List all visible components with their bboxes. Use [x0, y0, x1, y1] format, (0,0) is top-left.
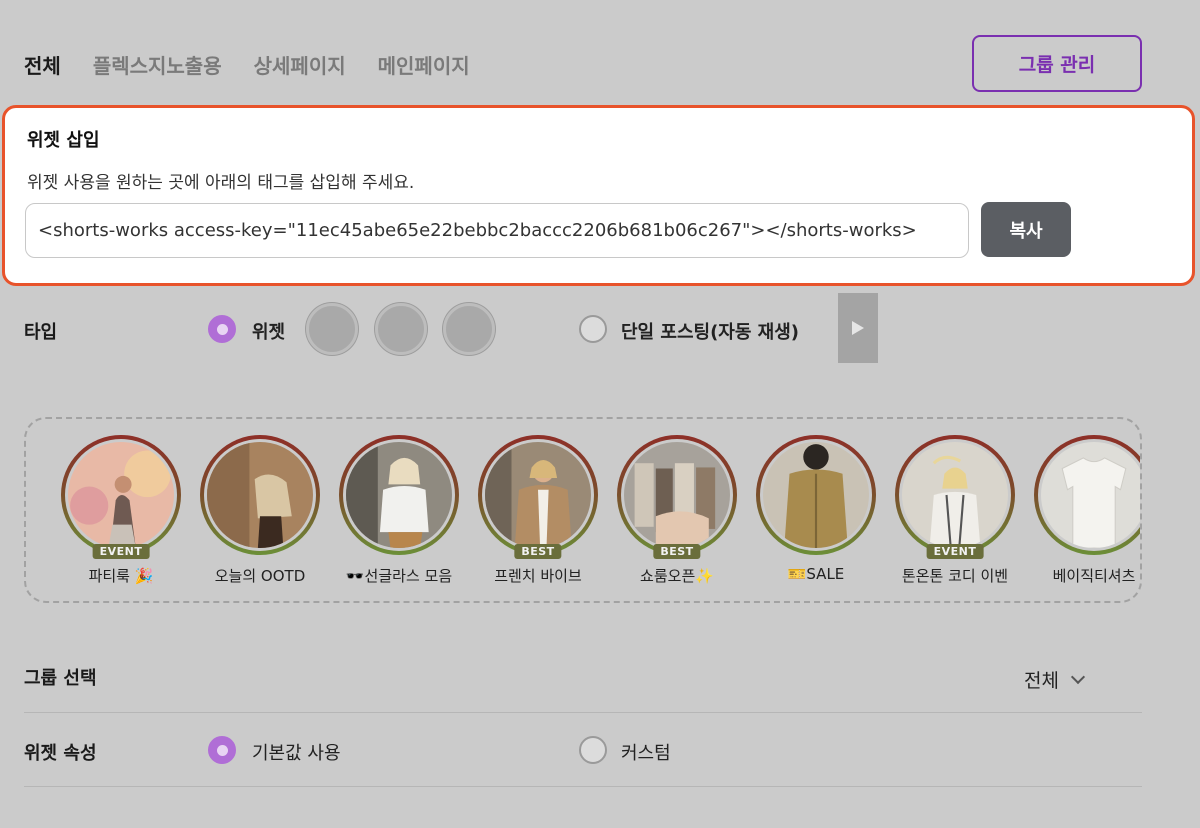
option-default-label: 기본값 사용 [252, 743, 341, 764]
type-label: 타입 [24, 322, 58, 343]
story-badge: EVENT [92, 544, 150, 559]
story-item[interactable]: EVENT 파티룩 🎉 [56, 435, 186, 586]
group-select-label: 그룹 선택 [24, 668, 97, 689]
copy-button[interactable]: 복사 [981, 202, 1071, 257]
radio-custom[interactable] [579, 736, 607, 764]
story-preview-strip: EVENT 파티룩 🎉 오늘의 OOTD 🕶️선글라스 모음 BEST 프렌치 … [24, 417, 1142, 603]
embed-code-field[interactable]: <shorts-works access-key="11ec45abe65e22… [25, 203, 969, 258]
story-thumbnail [68, 442, 174, 548]
story-ring [339, 435, 459, 555]
story-badge: EVENT [926, 544, 984, 559]
story-label: 쇼룸오픈✨ [640, 567, 714, 585]
story-item[interactable]: 🕶️선글라스 모음 [334, 435, 464, 586]
divider [24, 786, 1142, 787]
story-thumbnail [1041, 442, 1140, 548]
story-ring [200, 435, 320, 555]
story-ring [756, 435, 876, 555]
option-single-label: 단일 포스팅(자동 재생) [621, 322, 800, 343]
option-widget-label: 위젯 [252, 322, 286, 343]
radio-single-posting[interactable] [579, 315, 607, 343]
story-thumbnail [485, 442, 591, 548]
widget-attr-label: 위젯 속성 [24, 743, 97, 764]
story-label: 🎫SALE [787, 565, 845, 583]
radio-default[interactable] [208, 736, 236, 764]
group-select-dropdown[interactable]: 전체 [1024, 666, 1086, 693]
story-label: 베이직티셔츠 [1052, 567, 1136, 585]
preview-circle [375, 303, 427, 355]
insert-description: 위젯 사용을 원하는 곳에 아래의 태그를 삽입해 주세요. [27, 173, 415, 193]
tab-main-page[interactable]: 메인페이지 [378, 50, 470, 79]
story-thumbnail [346, 442, 452, 548]
story-thumbnail [207, 442, 313, 548]
chevron-down-icon [1070, 669, 1086, 684]
story-label: 파티룩 🎉 [88, 567, 154, 585]
story-item[interactable]: BEST 쇼룸오픈✨ [612, 435, 742, 586]
story-item[interactable]: 베이직티셔츠 [1029, 435, 1140, 586]
story-item[interactable]: EVENT 톤온톤 코디 이벤 [890, 435, 1020, 586]
story-label: 🕶️선글라스 모음 [345, 567, 453, 585]
tab-bar: 전체 플렉스지노출용 상세페이지 메인페이지 [24, 50, 470, 79]
divider [24, 712, 1142, 713]
story-item[interactable]: 오늘의 OOTD [195, 435, 325, 586]
story-label: 프렌치 바이브 [494, 567, 582, 585]
story-thumbnail [902, 442, 1008, 548]
group-select-value: 전체 [1024, 670, 1059, 692]
preview-circle [306, 303, 358, 355]
widget-insert-panel: 위젯 삽입 위젯 사용을 원하는 곳에 아래의 태그를 삽입해 주세요. <sh… [2, 105, 1195, 286]
story-label: 오늘의 OOTD [214, 567, 306, 585]
story-label: 톤온톤 코디 이벤 [901, 567, 1009, 585]
tab-detail-page[interactable]: 상세페이지 [254, 50, 346, 79]
option-custom-label: 커스텀 [621, 743, 671, 764]
story-ring: EVENT [895, 435, 1015, 559]
story-ring: EVENT [61, 435, 181, 559]
story-badge: BEST [514, 544, 562, 559]
tab-all[interactable]: 전체 [24, 50, 61, 79]
story-ring: BEST [617, 435, 737, 559]
radio-widget[interactable] [208, 315, 236, 343]
story-badge: BEST [653, 544, 701, 559]
group-manage-button[interactable]: 그룹 관리 [972, 35, 1142, 92]
story-item[interactable]: 🎫SALE [751, 435, 881, 583]
story-thumbnail [763, 442, 869, 548]
story-thumbnail [624, 442, 730, 548]
story-ring: BEST [478, 435, 598, 559]
preview-circle [443, 303, 495, 355]
play-icon[interactable] [838, 293, 878, 363]
tab-flex-hidden[interactable]: 플렉스지노출용 [93, 50, 222, 79]
story-ring [1034, 435, 1140, 555]
insert-title: 위젯 삽입 [27, 130, 100, 151]
story-item[interactable]: BEST 프렌치 바이브 [473, 435, 603, 586]
